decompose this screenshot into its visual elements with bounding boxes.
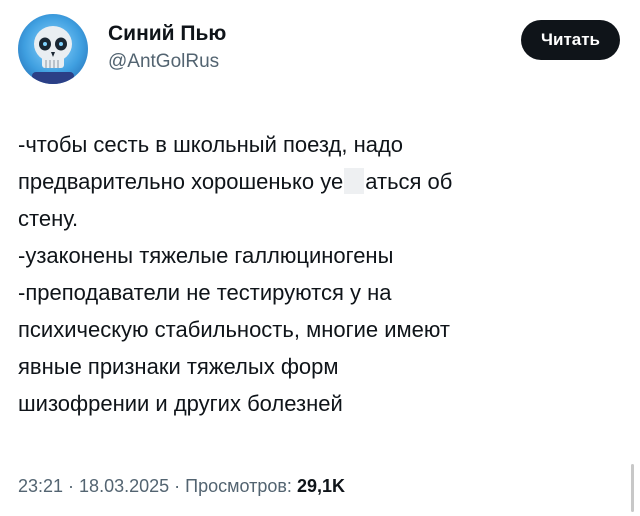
views-count: 29,1K bbox=[296, 476, 345, 496]
tweet-line: предварительно хорошенько уе аться об bbox=[18, 163, 618, 200]
follow-button[interactable]: Читать bbox=[521, 20, 620, 60]
tweet-header: Синий Пью @AntGolRus Читать bbox=[18, 14, 620, 84]
tweet-line: явные признаки тяжелых форм bbox=[18, 354, 339, 379]
views-label: Просмотров: bbox=[185, 476, 292, 496]
author-handle[interactable]: @AntGolRus bbox=[108, 51, 219, 73]
censor-block bbox=[344, 168, 365, 194]
tweet-line: -чтобы сесть в школьный поезд, надо bbox=[18, 132, 404, 157]
tweet-line: -узаконены тяжелые галлюциногены bbox=[18, 243, 394, 268]
tweet-time[interactable]: 23:21 bbox=[18, 476, 63, 496]
meta-separator: · bbox=[63, 476, 80, 496]
skull-icon bbox=[32, 26, 74, 84]
author-name[interactable]: Синий Пью bbox=[108, 22, 226, 46]
tweet-line: стену. bbox=[18, 206, 79, 231]
tweet-date[interactable]: 18.03.2025 bbox=[79, 476, 169, 496]
tweet-line: -преподаватели не тестируются у на bbox=[18, 280, 392, 305]
tweet-line: психическую стабильность, многие имеют bbox=[18, 317, 450, 342]
meta-separator: · bbox=[169, 476, 186, 496]
avatar[interactable] bbox=[18, 14, 88, 84]
scrollbar[interactable] bbox=[631, 464, 634, 512]
tweet-line-part: аться об bbox=[365, 169, 453, 194]
tweet-meta: 23:21 · 18.03.2025 · Просмотров: 29,1K bbox=[18, 476, 345, 497]
tweet-line: шизофрении и других болезней bbox=[18, 391, 343, 416]
tweet-text: -чтобы сесть в школьный поезд, надо пред… bbox=[18, 126, 618, 422]
tweet-line-part: предварительно хорошенько уе bbox=[18, 169, 344, 194]
